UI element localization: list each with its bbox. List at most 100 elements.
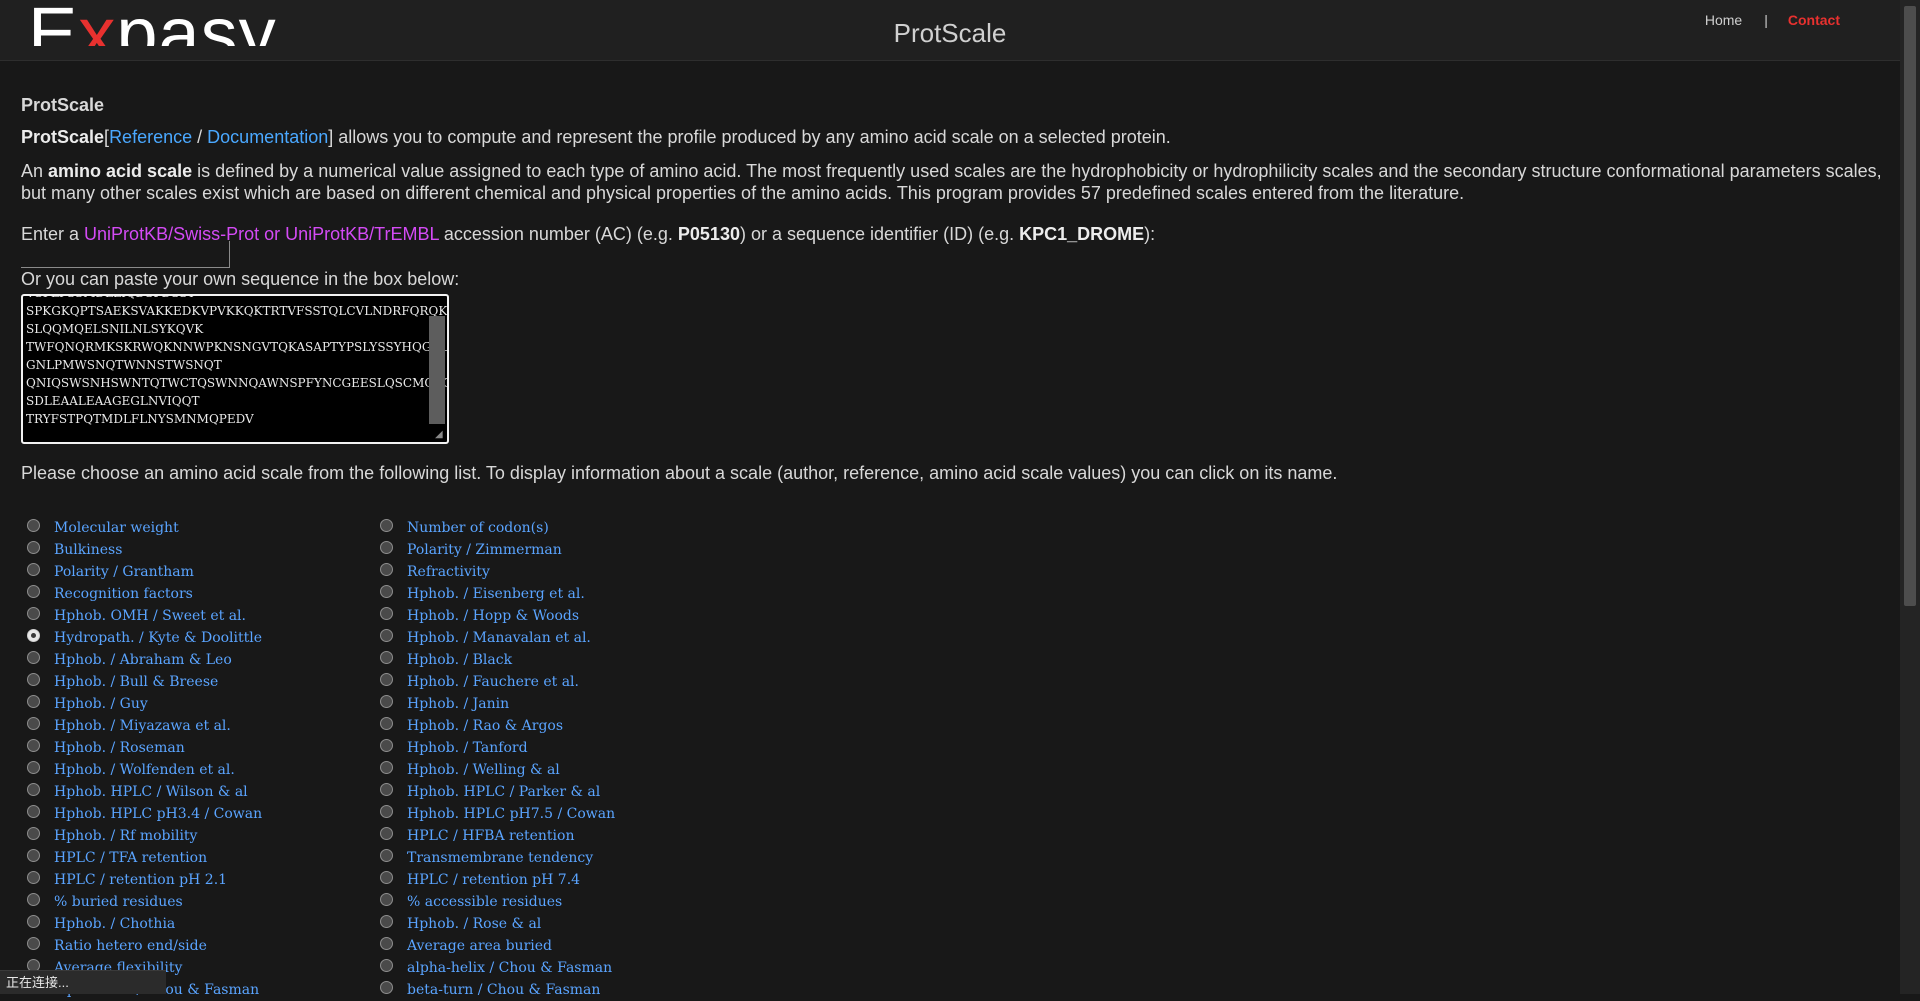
scale-option[interactable]: Hphob. HPLC / Parker & al (380, 781, 720, 803)
scale-option[interactable]: Hphob. HPLC / Wilson & al (27, 781, 367, 803)
scale-name-link[interactable]: Hphob. / Chothia (54, 916, 175, 932)
scale-radio[interactable] (27, 827, 40, 840)
scale-option[interactable]: Ratio hetero end/side (27, 935, 367, 957)
scale-name-link[interactable]: Hphob. HPLC pH3.4 / Cowan (54, 806, 262, 822)
scale-radio[interactable] (27, 695, 40, 708)
scale-radio[interactable] (27, 651, 40, 664)
scale-name-link[interactable]: Hphob. / Hopp & Woods (407, 608, 579, 624)
documentation-link[interactable]: Documentation (207, 127, 328, 147)
scale-name-link[interactable]: Number of codon(s) (407, 520, 549, 536)
scale-radio[interactable] (380, 629, 393, 642)
scale-radio[interactable] (380, 563, 393, 576)
scale-name-link[interactable]: Ratio hetero end/side (54, 938, 207, 954)
scale-name-link[interactable]: Hphob. / Welling & al (407, 762, 560, 778)
scale-radio[interactable] (380, 651, 393, 664)
scale-radio[interactable] (27, 893, 40, 906)
scale-radio[interactable] (380, 717, 393, 730)
scale-radio[interactable] (380, 937, 393, 950)
scale-option[interactable]: Transmembrane tendency (380, 847, 720, 869)
scale-name-link[interactable]: beta-turn / Chou & Fasman (407, 982, 600, 998)
scale-option[interactable]: Hphob. / Wolfenden et al. (27, 759, 367, 781)
scale-option[interactable]: Hphob. / Roseman (27, 737, 367, 759)
scale-option[interactable]: Hphob. HPLC pH3.4 / Cowan (27, 803, 367, 825)
scale-radio[interactable] (380, 519, 393, 532)
scale-radio[interactable] (380, 849, 393, 862)
scale-option[interactable]: Polarity / Zimmerman (380, 539, 720, 561)
scale-radio[interactable] (380, 695, 393, 708)
scale-option[interactable]: Hphob. / Rao & Argos (380, 715, 720, 737)
accession-input[interactable] (21, 241, 230, 268)
scale-name-link[interactable]: HPLC / retention pH 2.1 (54, 872, 227, 888)
scale-option[interactable]: Hphob. / Black (380, 649, 720, 671)
scale-option[interactable]: Hphob. / Hopp & Woods (380, 605, 720, 627)
scale-radio[interactable] (380, 805, 393, 818)
scale-name-link[interactable]: Hphob. / Rf mobility (54, 828, 197, 844)
scale-radio[interactable] (380, 915, 393, 928)
scale-option[interactable]: Hphob. / Tanford (380, 737, 720, 759)
scale-radio[interactable] (27, 607, 40, 620)
scale-name-link[interactable]: Molecular weight (54, 520, 179, 536)
scale-option[interactable]: Hphob. / Eisenberg et al. (380, 583, 720, 605)
scale-name-link[interactable]: Hphob. / Bull & Breese (54, 674, 218, 690)
scale-radio[interactable] (27, 673, 40, 686)
scale-name-link[interactable]: Hphob. / Miyazawa et al. (54, 718, 231, 734)
scale-name-link[interactable]: Hphob. HPLC pH7.5 / Cowan (407, 806, 615, 822)
scale-radio[interactable] (27, 541, 40, 554)
scale-name-link[interactable]: HPLC / TFA retention (54, 850, 207, 866)
scale-option[interactable]: Hphob. HPLC pH7.5 / Cowan (380, 803, 720, 825)
scale-option[interactable]: % buried residues (27, 891, 367, 913)
scale-radio[interactable] (380, 585, 393, 598)
scale-radio[interactable] (27, 761, 40, 774)
scale-radio[interactable] (380, 827, 393, 840)
scale-option[interactable]: Bulkiness (27, 539, 367, 561)
scale-option[interactable]: Hphob. / Janin (380, 693, 720, 715)
scrollbar-thumb[interactable] (1904, 6, 1916, 606)
scale-name-link[interactable]: Hphob. / Guy (54, 696, 148, 712)
scale-radio[interactable] (380, 893, 393, 906)
scale-option[interactable]: HPLC / retention pH 2.1 (27, 869, 367, 891)
scale-option[interactable]: Polarity / Grantham (27, 561, 367, 583)
scale-radio[interactable] (27, 717, 40, 730)
scale-radio[interactable] (380, 607, 393, 620)
scale-option[interactable]: Hphob. / Abraham & Leo (27, 649, 367, 671)
scale-radio[interactable] (380, 981, 393, 994)
scale-name-link[interactable]: % accessible residues (407, 894, 562, 910)
scale-radio[interactable] (27, 783, 40, 796)
scale-option[interactable]: % accessible residues (380, 891, 720, 913)
scale-option[interactable]: alpha-helix / Chou & Fasman (380, 957, 720, 979)
scale-name-link[interactable]: Polarity / Zimmerman (407, 542, 562, 558)
scale-radio[interactable] (27, 519, 40, 532)
uniprot-link[interactable]: UniProtKB/Swiss-Prot or UniProtKB/TrEMBL (84, 224, 439, 244)
reference-link[interactable]: Reference (109, 127, 192, 147)
scale-name-link[interactable]: Hphob. / Janin (407, 696, 509, 712)
scale-option[interactable]: Hphob. / Rf mobility (27, 825, 367, 847)
scale-radio[interactable] (380, 959, 393, 972)
scale-option[interactable]: Hphob. OMH / Sweet et al. (27, 605, 367, 627)
scale-option[interactable]: Hydropath. / Kyte & Doolittle (27, 627, 367, 649)
scale-radio[interactable] (27, 585, 40, 598)
scale-option[interactable]: Molecular weight (27, 517, 367, 539)
scale-option[interactable]: Hphob. / Chothia (27, 913, 367, 935)
scale-name-link[interactable]: Hphob. / Abraham & Leo (54, 652, 232, 668)
scale-name-link[interactable]: Bulkiness (54, 542, 122, 558)
scale-radio[interactable] (27, 629, 40, 642)
scale-name-link[interactable]: Refractivity (407, 564, 490, 580)
page-scrollbar[interactable] (1900, 0, 1920, 994)
scale-option[interactable]: Refractivity (380, 561, 720, 583)
scale-name-link[interactable]: Hphob. / Rao & Argos (407, 718, 563, 734)
contact-link[interactable]: Contact (1788, 12, 1840, 28)
home-link[interactable]: Home (1705, 12, 1742, 28)
scale-radio[interactable] (27, 915, 40, 928)
textarea-scrollbar[interactable] (429, 316, 445, 424)
scale-radio[interactable] (380, 871, 393, 884)
scale-radio[interactable] (380, 739, 393, 752)
scale-name-link[interactable]: Hphob. HPLC / Wilson & al (54, 784, 248, 800)
scale-name-link[interactable]: Hydropath. / Kyte & Doolittle (54, 630, 262, 646)
scale-name-link[interactable]: Hphob. / Rose & al (407, 916, 541, 932)
scale-name-link[interactable]: Hphob. / Tanford (407, 740, 528, 756)
scale-radio[interactable] (27, 937, 40, 950)
scale-name-link[interactable]: alpha-helix / Chou & Fasman (407, 960, 612, 976)
scale-radio[interactable] (380, 783, 393, 796)
scale-radio[interactable] (380, 761, 393, 774)
scale-option[interactable]: Hphob. / Rose & al (380, 913, 720, 935)
